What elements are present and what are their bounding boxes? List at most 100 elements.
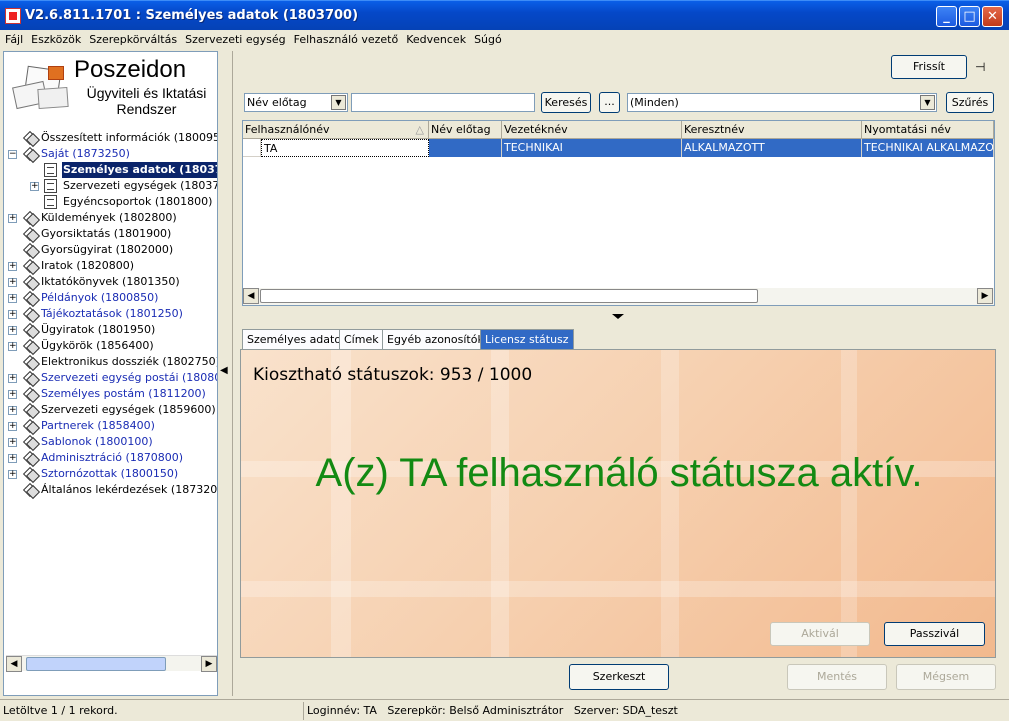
chevron-down-icon[interactable]: ▼	[920, 95, 935, 110]
menu-role-switch[interactable]: Szerepkörváltás	[84, 30, 180, 46]
search-field-select[interactable]: Név előtag ▼	[244, 93, 348, 112]
menu-bar: Fájl Eszközök Szerepkörváltás Szervezeti eg…	[0, 30, 1009, 49]
tree-item[interactable]: + Tájékoztatások (1801250)	[6, 306, 217, 322]
expand-icon[interactable]: +	[8, 262, 17, 271]
tree-item[interactable]: + Ügyiratok (1801950)	[6, 322, 217, 338]
ellipsis-button[interactable]: ...	[599, 92, 620, 113]
tree-item-label: Küldemények (1802800)	[41, 211, 177, 224]
edit-button[interactable]: Szerkeszt	[569, 664, 669, 690]
tree-item[interactable]: + Iratok (1820800)	[6, 258, 217, 274]
tab-other-ids[interactable]: Egyéb azonosítók	[382, 329, 489, 349]
table-cell[interactable]: TECHNIKAI	[502, 139, 682, 157]
tab-addresses[interactable]: Címek	[339, 329, 384, 349]
tree-item[interactable]: + Ügykörök (1856400)	[6, 338, 217, 354]
deactivate-button[interactable]: Passzivál	[884, 622, 985, 646]
tree-item[interactable]: Gyorsiktatás (1801900)	[6, 226, 217, 242]
expand-icon[interactable]: +	[8, 454, 17, 463]
scroll-right-icon[interactable]: ▶	[201, 656, 217, 672]
tree-item[interactable]: − Saját (1873250)	[6, 146, 217, 162]
tree-item-label: Egyéncsoportok (1801800)	[63, 195, 213, 208]
tab-license-status[interactable]: Licensz státusz	[480, 329, 574, 349]
tree-item[interactable]: + Iktatókönyvek (1801350)	[6, 274, 217, 290]
collapse-down-icon[interactable]	[602, 312, 632, 320]
expand-icon[interactable]: +	[8, 310, 17, 319]
expand-icon[interactable]: +	[8, 278, 17, 287]
refresh-button[interactable]: Frissít	[891, 55, 967, 79]
tree-item[interactable]: + Szervezeti egységek (1859600)	[6, 402, 217, 418]
expand-icon[interactable]: +	[8, 342, 17, 351]
filter-button[interactable]: Szűrés	[946, 92, 994, 113]
tree-horizontal-scrollbar[interactable]: ◀ ▶	[6, 655, 217, 672]
expand-icon[interactable]: +	[8, 214, 17, 223]
tree-item[interactable]: + Szervezeti egység postái (1808000)	[6, 370, 217, 386]
table-cell[interactable]: TA	[261, 139, 429, 157]
expand-icon[interactable]: +	[8, 406, 17, 415]
expand-icon[interactable]: +	[30, 182, 39, 191]
app-icon[interactable]	[5, 8, 21, 24]
collapse-left-icon[interactable]: ◀	[220, 362, 230, 380]
tree-item[interactable]: + Példányok (1800850)	[6, 290, 217, 306]
menu-org-unit[interactable]: Szervezeti egység	[180, 30, 288, 46]
expand-icon[interactable]: +	[8, 374, 17, 383]
scroll-left-icon[interactable]: ◀	[6, 656, 22, 672]
tree-item[interactable]: + Küldemények (1802800)	[6, 210, 217, 226]
expand-icon[interactable]: +	[8, 326, 17, 335]
chevron-down-icon[interactable]: ▼	[331, 95, 346, 110]
pin-icon[interactable]: ⊣	[975, 60, 991, 74]
column-header-prefix[interactable]: Név előtag	[429, 121, 502, 139]
maximize-icon[interactable]: □	[959, 6, 980, 27]
tree-item[interactable]: Összesített információk (1800950)	[6, 130, 217, 146]
minimize-icon[interactable]: _	[936, 6, 957, 27]
expand-icon[interactable]: +	[8, 294, 17, 303]
menu-file[interactable]: Fájl	[0, 30, 26, 46]
grid-horizontal-scrollbar[interactable]: ◀ ▶	[243, 288, 994, 305]
tree-item[interactable]: + Szervezeti egységek (1803750)	[6, 178, 217, 194]
close-icon[interactable]: ✕	[982, 6, 1003, 27]
table-cell[interactable]: ALKALMAZOTT	[682, 139, 862, 157]
available-status-count: Kiosztható státuszok: 953 / 1000	[253, 365, 533, 385]
scroll-right-icon[interactable]: ▶	[977, 288, 993, 304]
tree-item[interactable]: Általános lekérdezések (1873200)	[6, 482, 217, 498]
column-header-username[interactable]: Felhasználónév △	[243, 121, 429, 139]
menu-help[interactable]: Súgó	[469, 30, 505, 46]
tree-item[interactable]: + Személyes postám (1811200)	[6, 386, 217, 402]
diamond-icon	[22, 244, 38, 256]
tree-item[interactable]: + Sablonok (1800100)	[6, 434, 217, 450]
search-input[interactable]	[351, 93, 535, 112]
diamond-icon	[22, 436, 38, 448]
expand-icon[interactable]: +	[8, 390, 17, 399]
cancel-button[interactable]: Mégsem	[896, 664, 996, 690]
table-cell[interactable]: TECHNIKAI ALKALMAZOTT	[862, 139, 994, 157]
expand-icon[interactable]: +	[8, 422, 17, 431]
tree-item[interactable]: Elektronikus dossziék (1802750)	[6, 354, 217, 370]
diamond-icon	[22, 340, 38, 352]
collapse-icon[interactable]: −	[8, 150, 17, 159]
expand-icon[interactable]: +	[8, 438, 17, 447]
row-indicator[interactable]	[243, 139, 261, 157]
save-button[interactable]: Mentés	[787, 664, 887, 690]
search-button[interactable]: Keresés	[541, 92, 591, 113]
column-header-print-name[interactable]: Nyomtatási név	[862, 121, 994, 139]
tab-personal-data[interactable]: Személyes adatok	[242, 329, 353, 349]
menu-tools[interactable]: Eszközök	[26, 30, 84, 46]
tree-item[interactable]: Személyes adatok (1803700)	[6, 162, 217, 178]
table-cell[interactable]	[429, 139, 502, 157]
menu-user-manager[interactable]: Felhasználó vezető	[289, 30, 402, 46]
activate-button[interactable]: Aktivál	[770, 622, 870, 646]
tree-item[interactable]: + Adminisztráció (1870800)	[6, 450, 217, 466]
column-header-firstname[interactable]: Keresztnév	[682, 121, 862, 139]
diamond-icon	[22, 212, 38, 224]
scroll-thumb[interactable]	[26, 657, 166, 671]
tree-item[interactable]: + Sztornózottak (1800150)	[6, 466, 217, 482]
expand-icon[interactable]: +	[8, 470, 17, 479]
column-header-lastname[interactable]: Vezetéknév	[502, 121, 682, 139]
diamond-icon	[22, 324, 38, 336]
tree-item[interactable]: Gyorsügyirat (1802000)	[6, 242, 217, 258]
tree-item[interactable]: + Partnerek (1858400)	[6, 418, 217, 434]
user-role: Szerepkör: Belső Adminisztrátor	[387, 704, 564, 717]
menu-favorites[interactable]: Kedvencek	[401, 30, 469, 46]
filter-select[interactable]: (Minden) ▼	[627, 93, 937, 112]
tree-item[interactable]: Egyéncsoportok (1801800)	[6, 194, 217, 210]
scroll-thumb[interactable]	[260, 289, 758, 303]
scroll-left-icon[interactable]: ◀	[243, 288, 259, 304]
